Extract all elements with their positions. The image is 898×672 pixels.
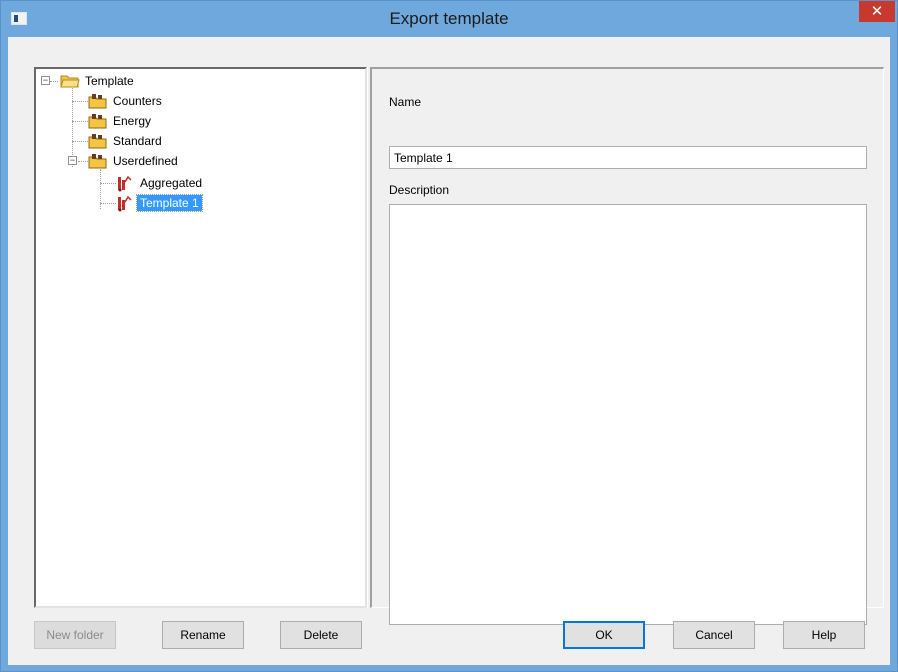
folder-user-icon bbox=[88, 114, 107, 129]
template-icon bbox=[118, 175, 132, 192]
folder-user-icon bbox=[88, 134, 107, 149]
description-label: Description bbox=[389, 183, 450, 197]
tree-item-energy[interactable]: Energy bbox=[110, 112, 154, 130]
title-bar[interactable]: Export template ✕ bbox=[1, 1, 897, 37]
help-button[interactable]: Help bbox=[783, 621, 865, 649]
tree-item-standard[interactable]: Standard bbox=[110, 132, 165, 150]
tree-item-label: Template bbox=[85, 74, 134, 88]
tree-expander-userdefined[interactable]: − bbox=[68, 156, 77, 165]
tree-item-userdefined[interactable]: Userdefined bbox=[110, 152, 181, 170]
tree-item-label: Energy bbox=[113, 114, 152, 128]
window-title: Export template bbox=[389, 9, 509, 28]
ok-button[interactable]: OK bbox=[563, 621, 645, 649]
tree-item-aggregated[interactable]: Aggregated bbox=[137, 174, 205, 192]
tree-connector bbox=[72, 101, 88, 102]
name-label: Name bbox=[389, 95, 422, 109]
template-icon bbox=[118, 195, 132, 212]
template-tree[interactable]: − Template Counters Energy Standard − Us… bbox=[34, 67, 367, 608]
tree-item-template[interactable]: Template bbox=[82, 72, 137, 90]
dialog-client-area: − Template Counters Energy Standard − Us… bbox=[8, 37, 890, 665]
tree-connector bbox=[72, 141, 88, 142]
delete-button[interactable]: Delete bbox=[280, 621, 362, 649]
tree-connector bbox=[72, 121, 88, 122]
template-details-panel: Name Description bbox=[370, 67, 884, 625]
tree-item-label: Template 1 bbox=[136, 194, 203, 212]
rename-button[interactable]: Rename bbox=[162, 621, 244, 649]
tree-connector bbox=[100, 203, 116, 204]
name-input[interactable] bbox=[389, 146, 867, 169]
tree-expander-template[interactable]: − bbox=[41, 76, 50, 85]
tree-connector bbox=[50, 81, 58, 82]
folder-user-icon bbox=[88, 94, 107, 109]
tree-item-label: Aggregated bbox=[140, 176, 203, 190]
tree-item-counters[interactable]: Counters bbox=[110, 92, 165, 110]
tree-connector bbox=[78, 161, 88, 162]
new-folder-button[interactable]: New folder bbox=[34, 621, 116, 649]
tree-item-label: Counters bbox=[113, 94, 162, 108]
cancel-button[interactable]: Cancel bbox=[673, 621, 755, 649]
tree-item-label: Standard bbox=[113, 134, 162, 148]
tree-item-label: Userdefined bbox=[113, 154, 178, 168]
folder-open-icon bbox=[60, 75, 80, 88]
folder-user-icon bbox=[88, 154, 107, 169]
export-template-dialog: Export template ✕ − Template Counters En… bbox=[0, 0, 898, 672]
description-textarea[interactable] bbox=[389, 204, 867, 625]
tree-connector bbox=[100, 183, 116, 184]
close-button[interactable]: ✕ bbox=[859, 1, 895, 22]
tree-item-template-1[interactable]: Template 1 bbox=[136, 194, 203, 212]
